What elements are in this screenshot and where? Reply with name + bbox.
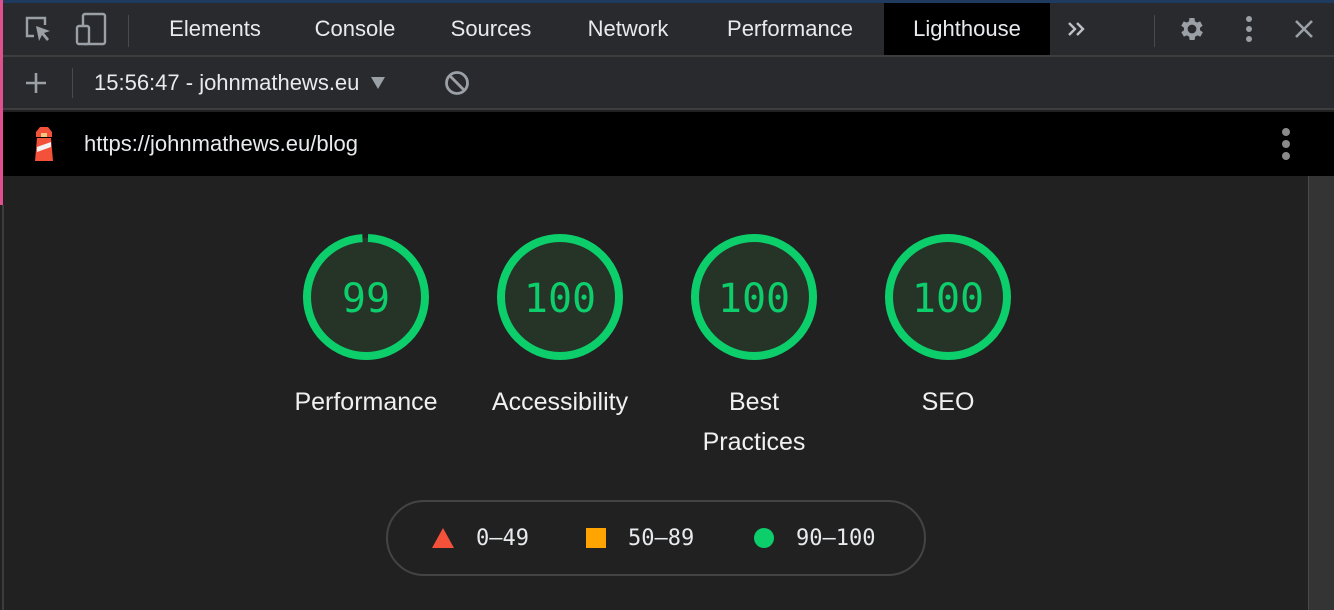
tab-label: Elements xyxy=(169,16,261,41)
devtools-tabbar: Elements Console Sources Network Perform… xyxy=(0,3,1334,57)
tab-network[interactable]: Network xyxy=(562,3,694,55)
kebab-menu-icon[interactable] xyxy=(1234,3,1264,55)
tab-console[interactable]: Console xyxy=(290,3,420,55)
report-selector-label: 15:56:47 - johnmathews.eu xyxy=(94,69,360,95)
circle-icon xyxy=(754,528,774,548)
dropdown-triangle-icon xyxy=(371,76,386,89)
legend-label: 50–89 xyxy=(628,525,695,551)
gauge-label: Performance xyxy=(294,388,438,416)
gauge-ring: 100 xyxy=(497,234,623,360)
gear-icon[interactable] xyxy=(1172,3,1212,55)
tab-label: Network xyxy=(587,16,669,41)
gauge-accessibility[interactable]: 100 Accessibility xyxy=(460,232,660,422)
window-left-accent xyxy=(0,0,3,205)
close-icon[interactable] xyxy=(1288,3,1320,55)
legend-label: 90–100 xyxy=(796,525,876,551)
score-scale-legend: 0–49 50–89 90–100 xyxy=(386,500,926,576)
window-left-rule xyxy=(2,205,4,610)
gauge-score: 100 xyxy=(912,276,984,322)
lighthouse-toolbar: 15:56:47 - johnmathews.eu xyxy=(0,57,1334,110)
legend-label: 0–49 xyxy=(476,525,529,551)
legend-item-average: 50–89 xyxy=(586,502,694,574)
kebab-menu-icon[interactable] xyxy=(1274,112,1298,176)
tab-label: Sources xyxy=(450,16,532,41)
lighthouse-icon xyxy=(28,112,60,176)
gauge-ring: 100 xyxy=(885,234,1011,360)
gauge-score: 99 xyxy=(342,276,390,322)
chevron-double-right-icon[interactable] xyxy=(1060,3,1094,55)
report-url: https://johnmathews.eu/blog xyxy=(84,131,358,156)
gauge-performance[interactable]: 99 Performance xyxy=(266,232,466,422)
gauge-ring: 99 xyxy=(303,234,429,360)
tab-label: Console xyxy=(314,16,396,41)
gauge-label: SEO xyxy=(921,388,975,416)
tab-performance[interactable]: Performance xyxy=(700,3,880,55)
device-toggle-icon[interactable] xyxy=(72,3,110,55)
report-content: 99 Performance 100 Accessibility 100 Bes… xyxy=(0,176,1308,610)
tabbar-separator xyxy=(1154,15,1155,47)
vertical-scrollbar[interactable] xyxy=(1308,176,1334,610)
legend-item-pass: 90–100 xyxy=(754,502,875,574)
tab-elements[interactable]: Elements xyxy=(146,3,284,55)
gauge-seo[interactable]: 100 SEO xyxy=(848,232,1048,422)
report-url-bar: https://johnmathews.eu/blog xyxy=(0,112,1334,176)
plus-icon[interactable] xyxy=(20,57,52,108)
tabbar-separator xyxy=(128,15,129,47)
element-picker-icon[interactable] xyxy=(20,3,56,55)
block-icon[interactable] xyxy=(440,57,474,108)
tab-lighthouse[interactable]: Lighthouse xyxy=(884,3,1050,55)
toolbar-separator xyxy=(72,68,73,98)
report-selector[interactable]: 15:56:47 - johnmathews.eu xyxy=(94,57,386,108)
tab-label: Performance xyxy=(727,16,853,41)
gauge-label: Best Practices xyxy=(702,388,806,456)
gauge-label: Accessibility xyxy=(491,388,629,416)
gauge-ring: 100 xyxy=(691,234,817,360)
gauge-score: 100 xyxy=(718,276,790,322)
gauge-score: 100 xyxy=(524,276,596,322)
tab-label: Lighthouse xyxy=(913,16,1021,41)
square-icon xyxy=(586,528,606,548)
legend-item-fail: 0–49 xyxy=(432,502,529,574)
triangle-icon xyxy=(432,528,454,548)
gauge-best-practices[interactable]: 100 Best Practices xyxy=(654,232,854,462)
tab-sources[interactable]: Sources xyxy=(426,3,556,55)
